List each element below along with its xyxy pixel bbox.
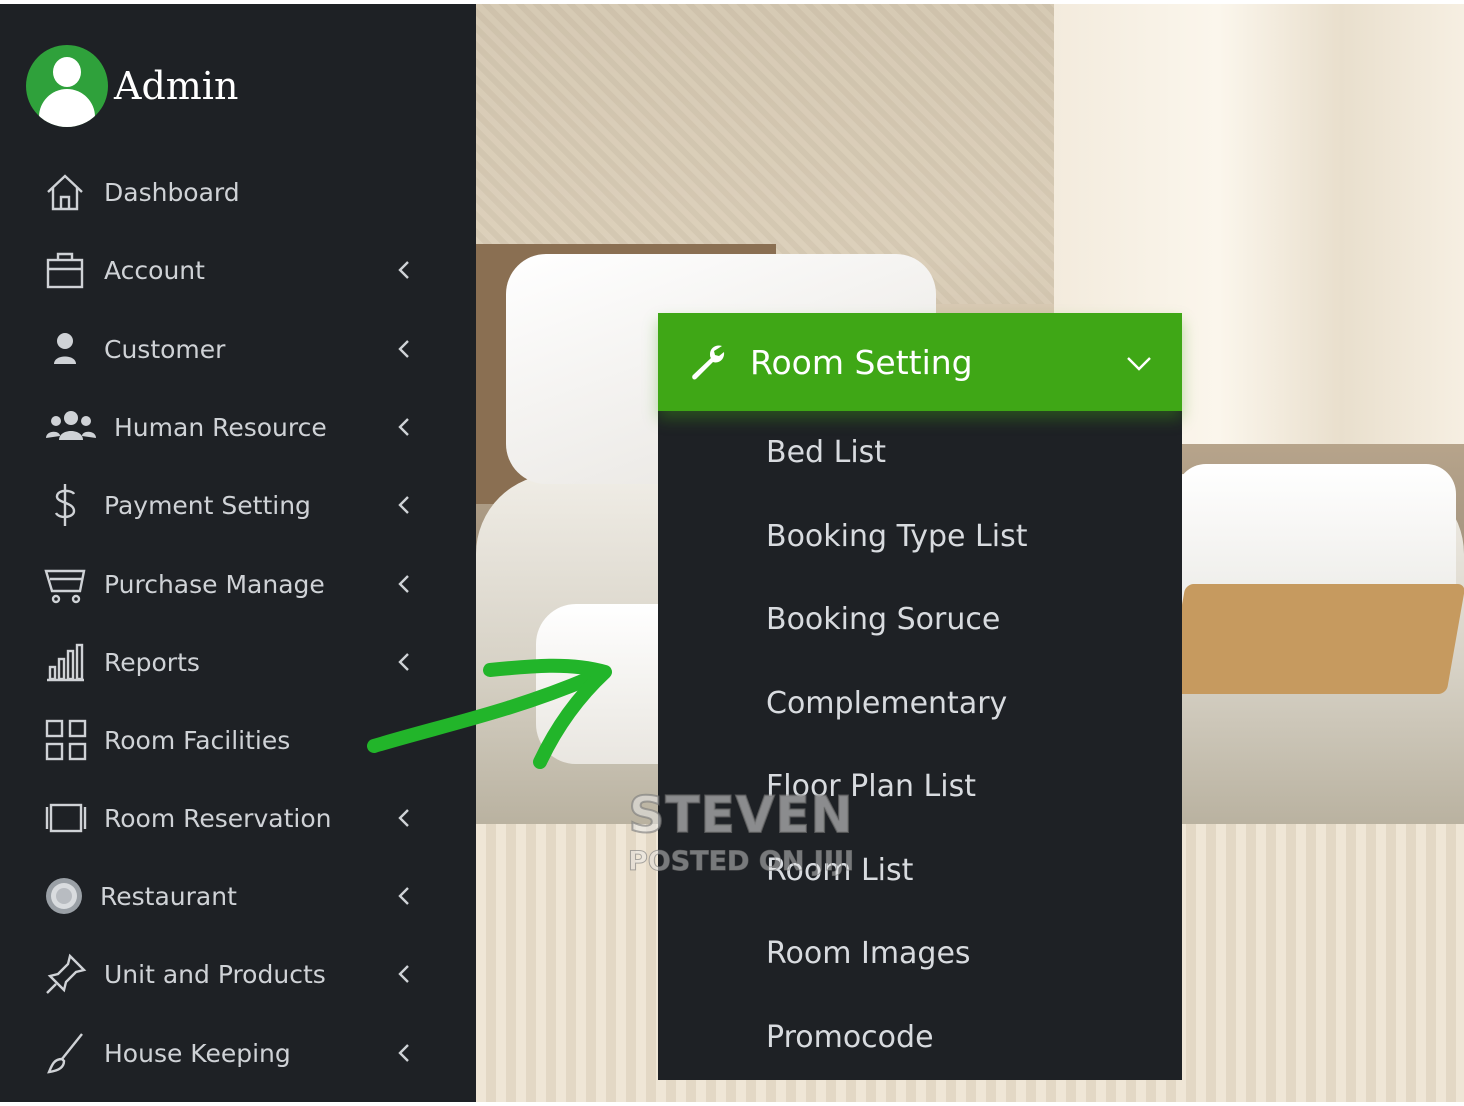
grid-icon [44,718,92,762]
sidebar-item-customer[interactable]: Customer [44,323,424,375]
cart-icon [44,562,92,606]
admin-name: Admin [114,64,239,108]
submenu-item-floor-plan-list[interactable]: Floor Plan List [766,769,976,804]
chevron-left-icon [398,418,409,436]
chevron-left-icon [398,261,409,279]
avatar [26,45,108,127]
chevron-left-icon [398,496,409,514]
dollar-icon [44,483,92,527]
chevron-left-icon [398,340,409,358]
submenu-item-room-list[interactable]: Room List [766,853,913,888]
room-setting-title: Room Setting [750,342,973,382]
submenu-item-bed-list[interactable]: Bed List [766,435,886,470]
submenu-item-promocode[interactable]: Promocode [766,1020,934,1055]
bar-chart-icon [44,640,92,684]
plate-icon [44,874,88,918]
green-arrow-annotation [367,658,612,769]
user-icon [44,327,92,371]
chevron-left-icon [398,887,409,905]
home-icon [44,170,92,214]
briefcase-icon [44,248,92,292]
sidebar-item-restaurant[interactable]: Restaurant [44,870,424,922]
admin-profile[interactable]: Admin [26,44,238,128]
sidebar-item-human-resource[interactable]: Human Resource [44,401,424,453]
pin-icon [44,952,92,996]
chevron-left-icon [398,575,409,593]
sidebar-item-payment-setting[interactable]: Payment Setting [44,479,424,531]
sidebar-item-purchase-manage[interactable]: Purchase Manage [44,558,424,610]
users-icon [44,405,102,449]
brush-icon [44,1031,92,1075]
room-setting-header[interactable]: Room Setting [658,313,1182,411]
sidebar-item-room-reservation[interactable]: Room Reservation [44,792,424,844]
wrench-icon [692,345,725,380]
chevron-left-icon [398,1044,409,1062]
submenu-item-booking-type-list[interactable]: Booking Type List [766,519,1027,554]
chevron-left-icon [398,809,409,827]
submenu-item-booking-source[interactable]: Booking Soruce [766,602,1000,637]
sidebar-item-account[interactable]: Account [44,244,424,296]
sidebar-item-dashboard[interactable]: Dashboard [44,166,424,218]
sidebar-item-house-keeping[interactable]: House Keeping [44,1027,424,1079]
chevron-down-icon [1127,357,1151,371]
submenu-item-complementary[interactable]: Complementary [766,686,1007,721]
chevron-left-icon [398,965,409,983]
room-setting-menu: Room Setting Bed List Booking Type List … [658,313,1182,1080]
submenu-item-room-images[interactable]: Room Images [766,936,971,971]
sidebar-item-unit-and-products[interactable]: Unit and Products [44,948,424,1000]
panel-icon [44,796,92,840]
